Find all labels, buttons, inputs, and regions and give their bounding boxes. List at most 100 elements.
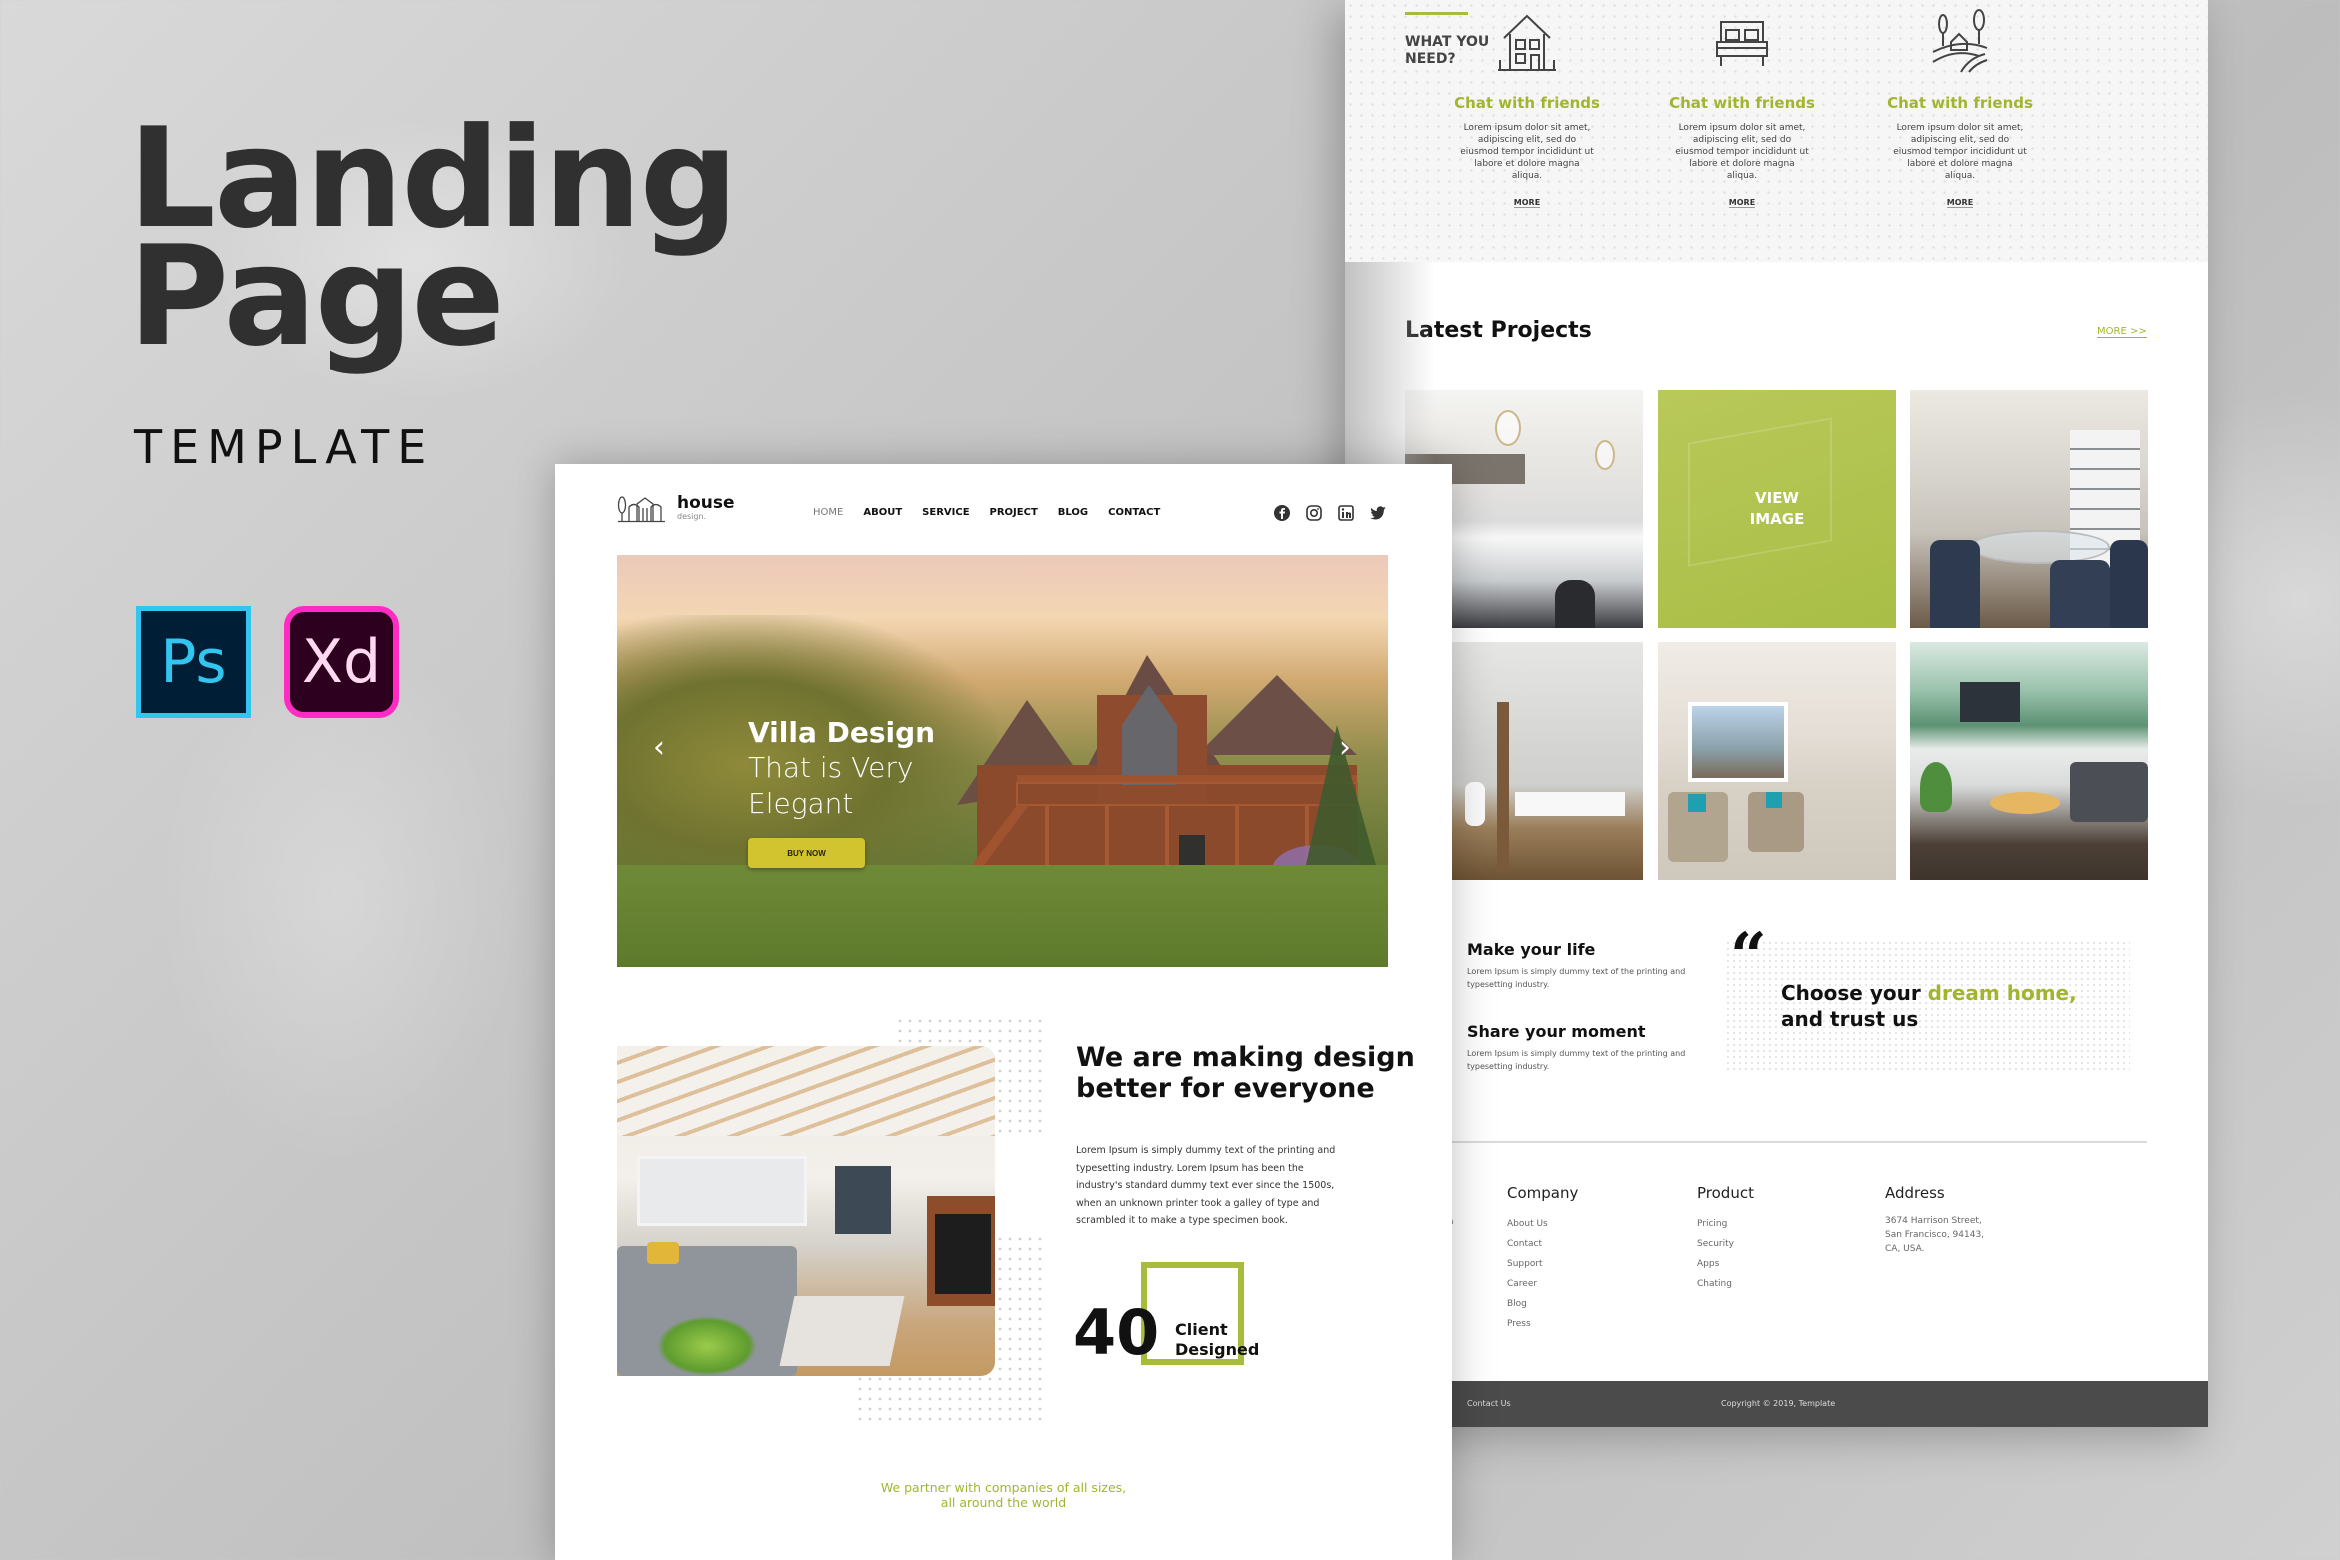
adobe-xd-icon: Xd [284, 606, 399, 718]
chair [2050, 560, 2110, 628]
about-body: Lorem Ipsum is simply dummy text of the … [1076, 1145, 1336, 1226]
project-tile-view-image[interactable]: VIEW IMAGE [1658, 390, 1896, 628]
feature-item: Share your moment Lorem Ipsum is simply … [1467, 1022, 1687, 1073]
nav-service[interactable]: SERVICE [922, 507, 969, 518]
hero-subtitle: That is Very Elegant [748, 751, 914, 820]
nav-project[interactable]: PROJECT [990, 507, 1038, 518]
main-nav: HOME ABOUT SERVICE PROJECT BLOG CONTACT [813, 507, 1160, 518]
tv-screen [835, 1166, 891, 1234]
footer-column-title: Address [1885, 1184, 1945, 1202]
cushion [1688, 794, 1706, 812]
hero-next-arrow[interactable]: › [1339, 730, 1351, 765]
nav-blog[interactable]: BLOG [1058, 507, 1088, 518]
footer-link[interactable]: Contact [1507, 1234, 1578, 1254]
address-line: 3674 Harrison Street, [1885, 1216, 1982, 1226]
partner-line-2: all around the world [940, 1495, 1067, 1510]
service-more-link[interactable]: MORE [1728, 198, 1756, 208]
about-title: We are making design better for everyone [1076, 1042, 1415, 1104]
footer-divider [1345, 1141, 2147, 1143]
photoshop-label: Ps [160, 627, 227, 697]
stat-label-line-2: Designed [1175, 1340, 1260, 1359]
footer-bar: Contact Us Copyright © 2019, Template [1345, 1381, 2208, 1427]
instagram-icon[interactable] [1305, 504, 1323, 522]
bar-stool [1555, 580, 1595, 628]
hero-slider: ‹ › Villa Design That is Very Elegant BU… [617, 555, 1388, 967]
service-card: Chat with friends Lorem ipsum dolor sit … [1885, 8, 2035, 209]
adobe-xd-label: Xd [301, 627, 382, 697]
service-description: Lorem ipsum dolor sit amet, adipiscing e… [1893, 123, 2027, 181]
service-description: Lorem ipsum dolor sit amet, adipiscing e… [1675, 123, 1809, 181]
view-image-label[interactable]: VIEW IMAGE [1750, 488, 1805, 530]
hero-lawn [617, 865, 1388, 967]
stat-value: 40 [1073, 1296, 1160, 1369]
footer-link[interactable]: Chating [1697, 1274, 1754, 1294]
footer-contact-link[interactable]: Contact Us [1467, 1399, 1511, 1408]
service-title: Chat with friends [1669, 94, 1815, 112]
wall-tv [1960, 682, 2020, 722]
facebook-icon[interactable] [1273, 504, 1291, 522]
quote-text: Choose your dream home, and trust us [1781, 980, 2101, 1032]
hero-title: Villa Design [748, 716, 936, 749]
photoshop-icon: Ps [136, 606, 251, 718]
footer-column-product: Product Pricing Security Apps Chating [1697, 1184, 1754, 1294]
feature-description: Lorem Ipsum is simply dummy text of the … [1467, 1049, 1686, 1071]
countryside-icon [1932, 9, 1988, 73]
partner-line-1: We partner with companies of all sizes, [880, 1480, 1127, 1495]
footer-link[interactable]: Support [1507, 1254, 1578, 1274]
project-tile-dining-room[interactable] [1910, 390, 2148, 628]
chair [1930, 540, 1980, 628]
buy-now-button[interactable]: BUY NOW [748, 838, 865, 868]
hero-prev-arrow[interactable]: ‹ [653, 730, 665, 765]
pendant-light [1495, 410, 1521, 446]
quote-prefix: Choose your [1781, 981, 1928, 1005]
footer-link[interactable]: Blog [1507, 1294, 1578, 1314]
window-blinds [637, 1156, 807, 1226]
partner-tagline: We partner with companies of all sizes, … [555, 1480, 1452, 1510]
fireplace-opening [935, 1214, 991, 1294]
twitter-icon[interactable] [1369, 504, 1387, 522]
sofa [2070, 762, 2148, 822]
service-more-link[interactable]: MORE [1946, 198, 1974, 208]
project-tile-tropical-lounge[interactable] [1910, 642, 2148, 880]
linkedin-icon[interactable] [1337, 504, 1355, 522]
footer-link[interactable]: Security [1697, 1234, 1754, 1254]
coffee-table [1990, 792, 2060, 814]
logo-text: house design. [677, 495, 735, 524]
footer-column-company: Company About Us Contact Support Career … [1507, 1184, 1578, 1334]
rug [779, 1296, 905, 1366]
service-description: Lorem ipsum dolor sit amet, adipiscing e… [1460, 123, 1594, 181]
service-title: Chat with friends [1454, 94, 1600, 112]
footer-link[interactable]: Pricing [1697, 1214, 1754, 1234]
footer-column-title: Company [1507, 1184, 1579, 1202]
window [1688, 702, 1788, 782]
project-tile-living-room[interactable] [1658, 642, 1896, 880]
service-card: Chat with friends Lorem ipsum dolor sit … [1667, 8, 1817, 209]
house-logo-icon [617, 496, 665, 523]
plant [1920, 762, 1952, 812]
cushion [1766, 792, 1782, 808]
address-line: San Francisco, 94143, [1885, 1230, 1985, 1240]
projects-more-link[interactable]: MORE >> [2097, 326, 2147, 338]
bed-icon [1716, 21, 1768, 66]
footer-link[interactable]: About Us [1507, 1214, 1578, 1234]
footer-link[interactable]: Press [1507, 1314, 1578, 1334]
nav-home[interactable]: HOME [813, 507, 843, 518]
toilet [1465, 782, 1485, 826]
glass-table [1970, 530, 2110, 564]
quote-suffix: and trust us [1781, 1007, 1919, 1031]
quote-icon: “ [1730, 919, 1767, 994]
front-page-preview: house design. HOME ABOUT SERVICE PROJECT… [555, 464, 1452, 1560]
nav-contact[interactable]: CONTACT [1108, 507, 1160, 518]
nav-about[interactable]: ABOUT [863, 507, 902, 518]
logo[interactable]: house design. [617, 494, 735, 524]
latest-projects-title: Latest Projects [1405, 318, 1592, 343]
footer-link[interactable]: Apps [1697, 1254, 1754, 1274]
services-section: WHAT YOU NEED? Chat with friends Lorem i… [1345, 0, 2208, 262]
promo-title: Landing Page [128, 110, 738, 366]
service-more-link[interactable]: MORE [1513, 198, 1541, 208]
ceiling-beams [617, 1046, 995, 1136]
footer-link[interactable]: Career [1507, 1274, 1578, 1294]
footer-column-address: Address 3674 Harrison Street, San Franci… [1885, 1184, 1984, 1256]
wood-panel [1497, 702, 1509, 872]
footer-column-title: Product [1697, 1184, 1754, 1202]
